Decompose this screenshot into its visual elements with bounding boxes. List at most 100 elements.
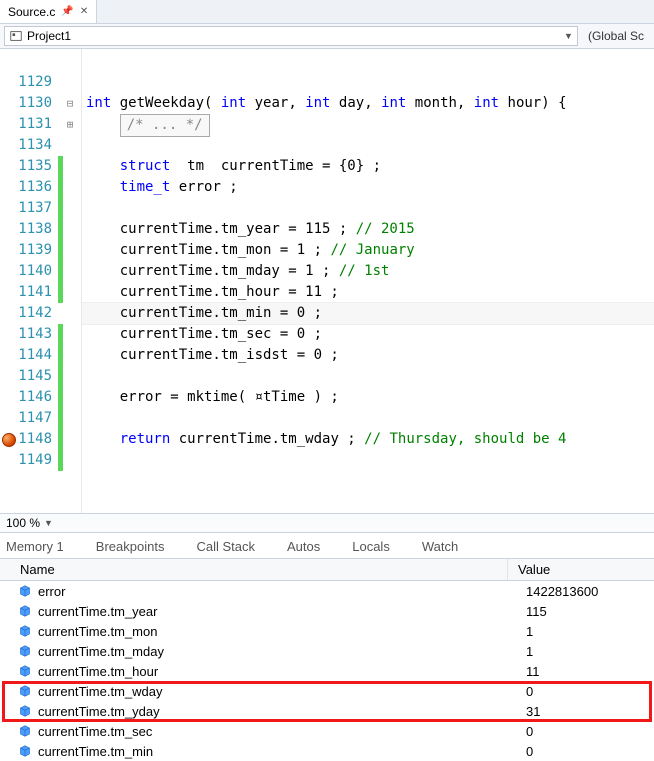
column-value[interactable]: Value — [508, 559, 654, 580]
code-area[interactable]: int getWeekday( int year, int day, int m… — [82, 49, 654, 513]
project-icon — [9, 29, 23, 43]
variable-row[interactable]: currentTime.tm_mday1 — [0, 641, 654, 661]
tab-callstack[interactable]: Call Stack — [196, 539, 255, 554]
collapsed-region[interactable]: /* ... */ — [120, 114, 210, 137]
line-number: 1136 — [18, 177, 58, 198]
code-line[interactable]: currentTime.tm_year = 115 ; // 2015 — [82, 219, 654, 240]
scope-label[interactable]: (Global Sc — [582, 29, 650, 43]
line-number: 1140 — [18, 261, 58, 282]
line-number: 1149 — [18, 450, 58, 471]
variable-icon — [18, 584, 32, 598]
change-marker — [58, 408, 63, 429]
gutter-line: 1137 — [0, 198, 81, 219]
gutter-line: 1136 — [0, 177, 81, 198]
code-line[interactable]: currentTime.tm_min = 0 ; — [82, 303, 654, 324]
variable-row[interactable]: error1422813600 — [0, 581, 654, 601]
change-marker — [58, 72, 63, 93]
code-line[interactable]: error = mktime( ¤tTime ) ; — [82, 387, 654, 408]
code-line[interactable] — [82, 366, 654, 387]
variable-icon — [18, 684, 32, 698]
close-icon[interactable]: ✕ — [80, 6, 88, 17]
code-line[interactable] — [82, 198, 654, 219]
project-dropdown[interactable]: Project1 ▼ — [4, 26, 578, 46]
gutter-line: 1131⊞ — [0, 114, 81, 135]
code-line[interactable] — [82, 450, 654, 471]
gutter-line: 1141 — [0, 282, 81, 303]
document-tab-bar: Source.c 📌 ✕ — [0, 0, 654, 24]
line-number: 1147 — [18, 408, 58, 429]
code-editor[interactable]: 11291130⊟1131⊞11341135113611371138113911… — [0, 49, 654, 513]
tab-watch[interactable]: Watch — [422, 539, 458, 554]
code-line[interactable]: int getWeekday( int year, int day, int m… — [82, 93, 654, 114]
line-number: 1138 — [18, 219, 58, 240]
code-line[interactable]: return currentTime.tm_wday ; // Thursday… — [82, 429, 654, 450]
variables-header: Name Value — [0, 558, 654, 581]
line-number: 1146 — [18, 387, 58, 408]
navigation-bar: Project1 ▼ (Global Sc — [0, 24, 654, 49]
code-line[interactable] — [82, 135, 654, 156]
line-number: 1144 — [18, 345, 58, 366]
change-marker — [58, 450, 63, 471]
line-number: 1131 — [18, 114, 58, 135]
breakpoint-icon[interactable] — [2, 433, 16, 447]
gutter-line: 1148 — [0, 429, 81, 450]
document-tab-title: Source.c — [8, 5, 55, 19]
variable-value: 115 — [516, 604, 654, 619]
gutter-line: 1139 — [0, 240, 81, 261]
code-line[interactable] — [82, 72, 654, 93]
code-line[interactable]: currentTime.tm_isdst = 0 ; — [82, 345, 654, 366]
editor-gutter: 11291130⊟1131⊞11341135113611371138113911… — [0, 49, 82, 513]
change-marker — [58, 177, 63, 198]
variable-row[interactable]: currentTime.tm_yday31 — [0, 701, 654, 721]
code-line[interactable]: struct tm currentTime = {0} ; — [82, 156, 654, 177]
variable-value: 11 — [516, 664, 654, 679]
variable-name: currentTime.tm_hour — [38, 664, 516, 679]
variable-value: 1 — [516, 644, 654, 659]
code-line[interactable]: currentTime.tm_mday = 1 ; // 1st — [82, 261, 654, 282]
fold-toggle[interactable]: ⊞ — [63, 114, 77, 135]
variable-row[interactable]: currentTime.tm_wday0 — [0, 681, 654, 701]
zoom-control[interactable]: 100 % ▼ — [0, 513, 654, 532]
variable-icon — [18, 664, 32, 678]
gutter-line: 1142 — [0, 303, 81, 324]
line-number: 1141 — [18, 282, 58, 303]
tab-locals[interactable]: Locals — [352, 539, 390, 554]
variable-row[interactable]: currentTime.tm_year115 — [0, 601, 654, 621]
code-line[interactable] — [82, 51, 654, 72]
code-line[interactable]: /* ... */ — [82, 114, 654, 135]
gutter-line: 1147 — [0, 408, 81, 429]
breakpoint-column[interactable] — [0, 433, 18, 447]
change-marker — [58, 429, 63, 450]
code-line[interactable]: currentTime.tm_sec = 0 ; — [82, 324, 654, 345]
gutter-line: 1143 — [0, 324, 81, 345]
variable-value: 1 — [516, 624, 654, 639]
column-name[interactable]: Name — [0, 559, 508, 580]
code-line[interactable]: time_t error ; — [82, 177, 654, 198]
gutter-line: 1129 — [0, 72, 81, 93]
gutter-line — [0, 471, 81, 492]
chevron-down-icon: ▼ — [44, 518, 53, 528]
gutter-line: 1134 — [0, 135, 81, 156]
line-number: 1148 — [18, 429, 58, 450]
variable-row[interactable]: currentTime.tm_mon1 — [0, 621, 654, 641]
variable-row[interactable]: currentTime.tm_hour11 — [0, 661, 654, 681]
variable-value: 0 — [516, 684, 654, 699]
tab-memory[interactable]: Memory 1 — [6, 539, 64, 554]
variable-row[interactable]: currentTime.tm_sec0 — [0, 721, 654, 741]
tab-breakpoints[interactable]: Breakpoints — [96, 539, 165, 554]
change-marker — [58, 219, 63, 240]
gutter-line: 1146 — [0, 387, 81, 408]
variable-name: currentTime.tm_year — [38, 604, 516, 619]
line-number: 1134 — [18, 135, 58, 156]
change-marker — [58, 156, 63, 177]
gutter-line: 1149 — [0, 450, 81, 471]
variable-row[interactable]: currentTime.tm_min0 — [0, 741, 654, 761]
code-line[interactable]: currentTime.tm_hour = 11 ; — [82, 282, 654, 303]
line-number: 1142 — [18, 303, 58, 324]
document-tab[interactable]: Source.c 📌 ✕ — [0, 0, 97, 23]
pin-icon[interactable]: 📌 — [61, 6, 73, 17]
tab-autos[interactable]: Autos — [287, 539, 320, 554]
fold-toggle[interactable]: ⊟ — [63, 93, 77, 114]
code-line[interactable] — [82, 408, 654, 429]
code-line[interactable]: currentTime.tm_mon = 1 ; // January — [82, 240, 654, 261]
